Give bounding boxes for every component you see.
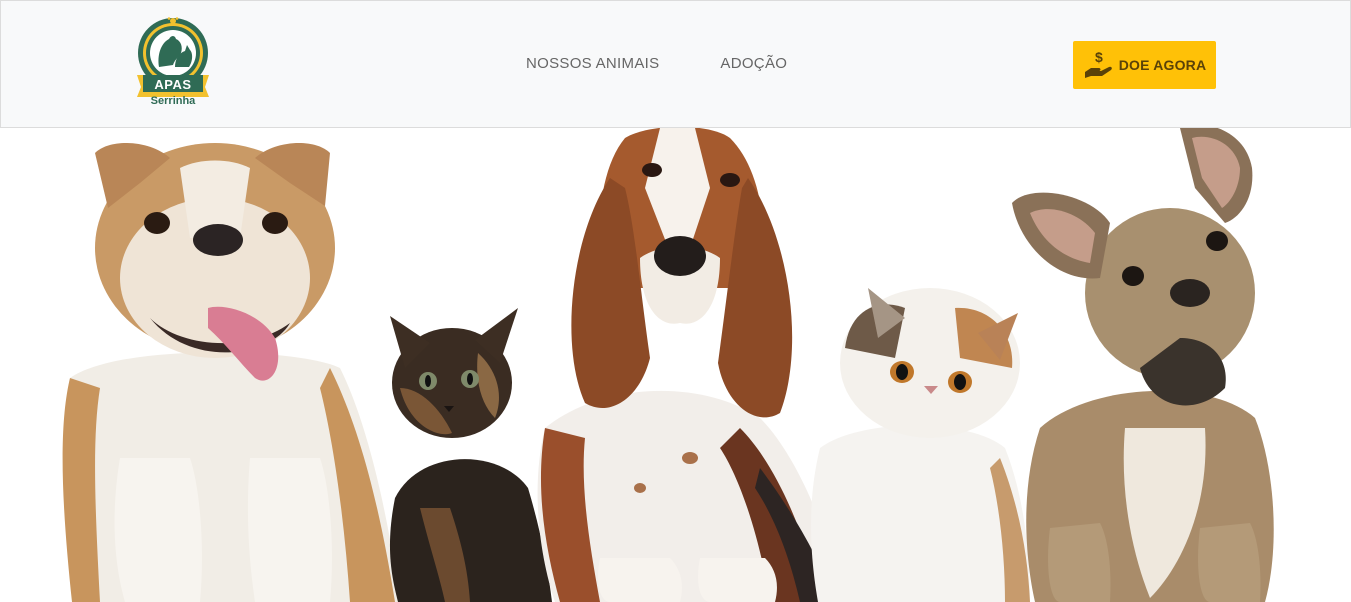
navbar: APAS Serrinha NOSSOS ANIMAIS ADOÇÃO $ DO…	[0, 0, 1351, 128]
nav-link-nossos-animais[interactable]: NOSSOS ANIMAIS	[526, 55, 659, 72]
main-nav: NOSSOS ANIMAIS ADOÇÃO	[526, 55, 787, 72]
logo-location: Serrinha	[150, 95, 196, 107]
hero-banner	[0, 128, 1351, 602]
logo-name: APAS	[154, 77, 192, 92]
svg-text:$: $	[1095, 50, 1103, 65]
basset-hound-image	[537, 128, 840, 602]
donate-button-label: DOE AGORA	[1118, 57, 1207, 73]
french-bulldog-image	[1012, 128, 1274, 602]
english-bulldog-image	[62, 142, 400, 602]
brand-logo[interactable]: APAS Serrinha	[135, 17, 211, 109]
page: APAS Serrinha NOSSOS ANIMAIS ADOÇÃO $ DO…	[0, 0, 1351, 602]
exotic-shorthair-cat-image	[811, 288, 1030, 602]
donate-button[interactable]: $ DOE AGORA	[1073, 41, 1216, 89]
hero-image	[62, 128, 1274, 602]
hand-dollar-icon: $	[1084, 50, 1112, 78]
nav-link-adocao[interactable]: ADOÇÃO	[720, 55, 787, 72]
tortoiseshell-kitten-image	[389, 308, 552, 602]
